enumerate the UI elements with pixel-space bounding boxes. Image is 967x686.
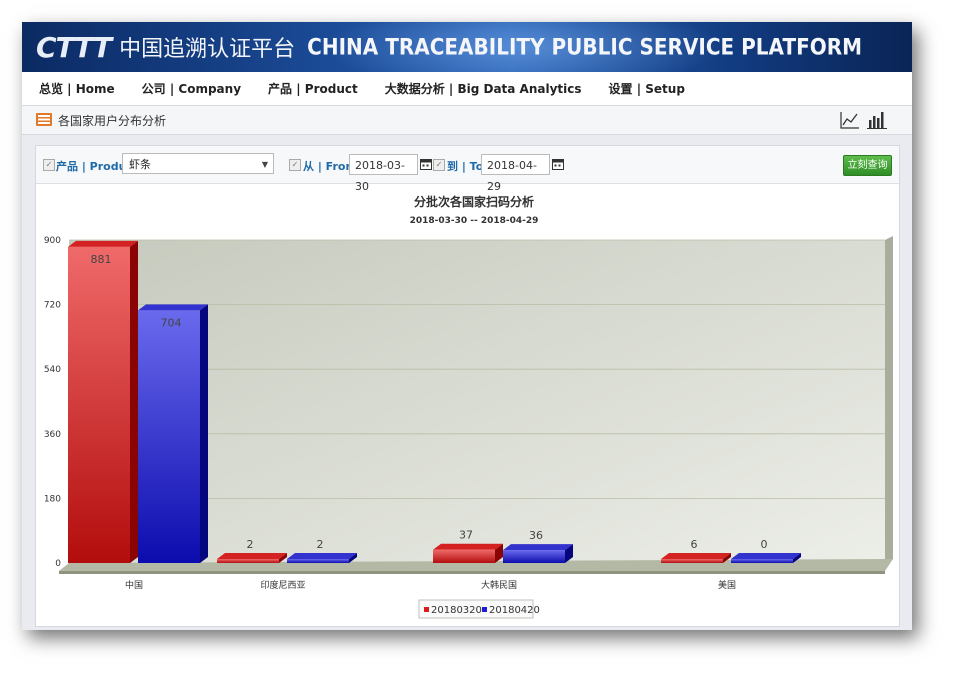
main-nav: 总览 | Home 公司 | Company 产品 | Product 大数据分…	[22, 72, 912, 106]
bar-top	[287, 553, 357, 559]
chart-legend: 20180320 20180420	[418, 599, 540, 619]
from-date-input[interactable]: 2018-03-30	[349, 154, 418, 193]
plot-side-wall	[885, 236, 893, 563]
bar-top	[138, 304, 208, 311]
data-label: 704	[161, 316, 182, 329]
nav-big-data-analytics[interactable]: 大数据分析 | Big Data Analytics	[385, 80, 582, 97]
product-checkbox[interactable]: ✓	[43, 159, 55, 171]
chart-title: 分批次各国家扫码分析	[414, 194, 534, 209]
y-tick-label: 180	[44, 494, 61, 504]
chart-subtitle: 2018-03-30 -- 2018-04-29	[410, 216, 539, 226]
logo-mark: CTTT	[36, 30, 112, 64]
bar-top	[68, 240, 138, 247]
bar	[217, 553, 287, 563]
bar-front	[287, 559, 349, 563]
x-tick-label: 美国	[718, 579, 736, 591]
bar-top	[731, 553, 801, 559]
platform-logo[interactable]: CTTT 中国追溯认证平台 CHINA TRACEABILITY PUBLIC …	[36, 30, 863, 64]
y-tick-label: 900	[44, 236, 61, 246]
nav-product[interactable]: 产品 | Product	[268, 80, 358, 97]
legend-swatch-20180420	[482, 607, 487, 612]
bar	[287, 553, 357, 563]
bar	[433, 543, 503, 563]
y-tick-label: 720	[44, 301, 61, 311]
page-title-bar: 各国家用户分布分析	[22, 106, 912, 135]
bar-front	[217, 559, 279, 563]
list-icon	[36, 113, 52, 126]
bar-front	[503, 550, 565, 563]
platform-title-cn: 中国追溯认证平台	[119, 37, 296, 62]
x-tick-label: 大韩民国	[481, 579, 517, 591]
bar-top	[503, 544, 573, 551]
from-checkbox[interactable]: ✓	[289, 159, 301, 171]
data-label: 2	[247, 538, 254, 551]
data-label: 36	[529, 529, 543, 542]
country-scan-chart: 分批次各国家扫码分析 2018-03-30 -- 2018-04-29 0 180…	[44, 194, 893, 619]
plot-floor-edge	[59, 571, 885, 574]
data-label: 881	[91, 253, 112, 266]
bar-front	[661, 559, 723, 563]
calendar-icon[interactable]	[552, 158, 564, 170]
chevron-down-icon: ▼	[261, 160, 268, 169]
calendar-icon[interactable]	[420, 158, 432, 170]
page-title: 各国家用户分布分析	[58, 114, 167, 128]
bar-front	[731, 559, 793, 563]
product-select-value: 虾条	[129, 158, 151, 171]
x-tick-label: 印度尼西亚	[260, 579, 305, 591]
bar-top	[433, 543, 503, 550]
data-label: 0	[761, 538, 768, 551]
bar-side	[130, 240, 138, 563]
line-chart-icon[interactable]	[839, 110, 861, 130]
bar-top	[661, 553, 731, 559]
bar-top	[217, 553, 287, 559]
bar-chart-icon[interactable]	[866, 110, 888, 130]
bar	[68, 240, 138, 563]
bar-front	[433, 549, 495, 563]
bar	[138, 304, 208, 563]
platform-title-en: CHINA TRACEABILITY PUBLIC SERVICE PLATFO…	[307, 33, 863, 61]
legend-label-20180420: 20180420	[489, 605, 540, 616]
legend-label-20180320: 20180320	[431, 605, 482, 616]
product-select[interactable]: 虾条 ▼	[122, 153, 274, 174]
bar	[731, 553, 801, 563]
header-banner: CTTT 中国追溯认证平台 CHINA TRACEABILITY PUBLIC …	[22, 22, 912, 72]
y-tick-label: 0	[55, 559, 61, 569]
y-tick-label: 540	[44, 365, 61, 375]
bar-side	[200, 304, 208, 563]
data-label: 2	[317, 538, 324, 551]
query-button[interactable]: 立刻查询	[843, 155, 892, 176]
bar-front	[138, 310, 200, 563]
data-label: 37	[459, 529, 473, 542]
legend-swatch-20180320	[424, 607, 429, 612]
nav-setup[interactable]: 设置 | Setup	[609, 80, 685, 97]
to-checkbox[interactable]: ✓	[433, 159, 445, 171]
analysis-panel: ✓ 产品 | Product: 虾条 ▼ ✓ 从 | From: 2018-03…	[35, 145, 900, 627]
to-date-input[interactable]: 2018-04-29	[481, 154, 550, 193]
bar-front	[68, 246, 130, 563]
nav-home[interactable]: 总览 | Home	[39, 80, 115, 97]
y-tick-label: 360	[44, 430, 61, 440]
x-tick-label: 中国	[125, 579, 143, 591]
bar	[503, 544, 573, 563]
nav-company[interactable]: 公司 | Company	[142, 80, 241, 97]
data-label: 6	[691, 538, 698, 551]
bar	[661, 553, 731, 563]
filter-bar: ✓ 产品 | Product: 虾条 ▼ ✓ 从 | From: 2018-03…	[36, 146, 899, 193]
app-window: CTTT 中国追溯认证平台 CHINA TRACEABILITY PUBLIC …	[22, 22, 912, 630]
